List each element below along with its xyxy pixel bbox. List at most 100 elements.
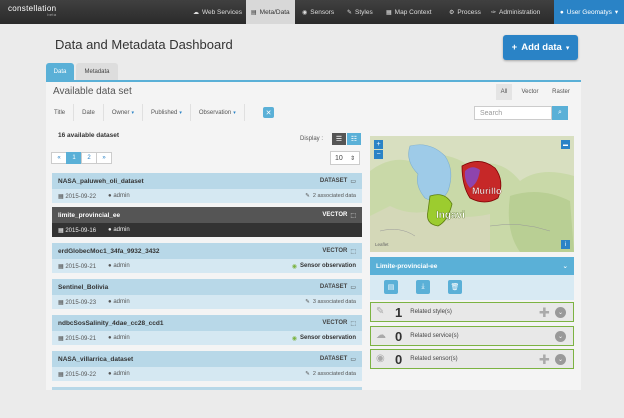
file-icon: ▤: [251, 9, 257, 16]
item-title: limite_provincial_ee: [58, 211, 121, 219]
view-metadata-button[interactable]: ▤: [384, 280, 398, 294]
related-styles[interactable]: ✎ 1 Related style(s) ✚ ⌄: [370, 302, 574, 322]
minimize-map-button[interactable]: ▬: [561, 140, 570, 149]
updown-icon: ⇕: [349, 155, 355, 162]
filter-observation[interactable]: Observation ▾: [191, 104, 245, 121]
app-logo[interactable]: constellation beta: [8, 4, 56, 17]
page-2[interactable]: 2: [81, 152, 97, 164]
nav-label: Sensors: [310, 8, 335, 16]
nav-web-services[interactable]: ☁ Web Services: [188, 0, 247, 24]
item-title: NASA_villarrica_dataset: [58, 355, 134, 363]
list-item[interactable]: Sentinel_Bolivia DATASET ▭ ▦ 2015-09-23 ● a…: [52, 279, 362, 309]
map-info-icon[interactable]: i: [561, 240, 570, 249]
page-title: Data and Metadata Dashboard: [55, 37, 233, 52]
filter-raster[interactable]: Raster: [547, 84, 575, 100]
zoom-in-button[interactable]: +: [374, 140, 383, 149]
filter-owner[interactable]: Owner ▾: [104, 104, 143, 121]
filter-published[interactable]: Published ▾: [143, 104, 191, 121]
associated-info: ✎ 2 associated data: [305, 193, 356, 199]
caret-down-icon: ▾: [179, 109, 182, 116]
sensor-observation-badge: ◉ Sensor observation: [291, 263, 356, 270]
top-navbar: constellation beta ☁ Web Services ▤ Meta/Da…: [0, 0, 624, 24]
search-button[interactable]: ⌕: [552, 106, 568, 120]
tab-data[interactable]: Data: [46, 63, 74, 81]
search-input[interactable]: Search: [474, 106, 552, 120]
list-item[interactable]: NASA_paluweh_oli_dataset DATASET ▭ ▦ 2015-…: [52, 173, 362, 203]
nav-administration[interactable]: ✑ Administration: [486, 0, 545, 24]
chevron-down-icon[interactable]: ⌄: [555, 331, 566, 342]
page-prev[interactable]: «: [51, 152, 67, 164]
delete-button[interactable]: 🗑: [448, 280, 462, 294]
chevron-down-icon[interactable]: ⌄: [555, 354, 566, 365]
detail-header[interactable]: Limite-provincial-ee ⌄: [370, 257, 574, 275]
list-item[interactable]: ndbcSosSalinity_4dae_cc28_ccd1 VECTOR ⬚ ▦ …: [52, 315, 362, 345]
gear-icon: ⚙: [449, 9, 455, 16]
sort-title[interactable]: Title: [46, 104, 75, 121]
user-name: User Geomatys: [566, 8, 612, 16]
add-data-button[interactable]: + Add data ▾: [503, 35, 578, 60]
tab-metadata[interactable]: Metadata: [76, 63, 118, 81]
list-icon: ☰: [335, 136, 343, 143]
item-type: DATASET: [319, 356, 348, 362]
map-credit: Leaflet: [375, 242, 389, 247]
map-label-murillo: Murillo: [472, 186, 502, 196]
vector-icon: ⬚: [350, 248, 356, 255]
related-sensors[interactable]: ◉ 0 Related sensor(s) ✚ ⌄: [370, 349, 574, 369]
zoom-out-button[interactable]: −: [374, 150, 383, 159]
add-icon[interactable]: ✚: [539, 352, 550, 368]
clear-filters-button[interactable]: ✕: [263, 107, 274, 118]
nav-meta-data[interactable]: ▤ Meta/Data: [246, 0, 295, 24]
nav-label: Web Services: [202, 8, 242, 16]
list-item[interactable]: NASA_villarrica_dataset DATASET ▭ ▦ 2015-0…: [52, 351, 362, 381]
detail-actions: ▤ ⤓ 🗑: [370, 275, 574, 300]
dataset-icon: ▭: [350, 356, 356, 363]
item-type: VECTOR: [322, 320, 348, 326]
grid-view-button[interactable]: ☷: [347, 133, 361, 145]
download-button[interactable]: ⤓: [416, 280, 430, 294]
list-view-button[interactable]: ☰: [332, 133, 346, 145]
associated-info: ✎ 3 associated data: [305, 299, 356, 305]
item-type: VECTOR: [322, 212, 348, 218]
chevron-down-icon[interactable]: ⌄: [555, 307, 566, 318]
list-item-partial: [52, 387, 362, 390]
close-icon: ✕: [265, 109, 272, 117]
related-services[interactable]: ☁ 0 Related service(s) ⌄: [370, 326, 574, 346]
per-page-value: 10: [335, 154, 343, 162]
list-item[interactable]: erdGlobecMoc1_34fa_9932_3432 VECTOR ⬚ ▦ 20…: [52, 243, 362, 273]
document-icon: ▤: [387, 284, 395, 291]
brush-icon: ✎: [376, 306, 385, 317]
grid-icon: ☷: [350, 136, 358, 143]
nav-map-context[interactable]: ▦ Map Context: [381, 0, 437, 24]
nav-label: Process: [457, 8, 481, 16]
item-title: ndbcSosSalinity_4dae_cc28_ccd1: [58, 319, 164, 327]
nav-label: Administration: [499, 8, 541, 16]
filter-vector[interactable]: Vector: [516, 84, 544, 100]
list-item-selected[interactable]: limite_provincial_ee VECTOR ⬚ ▦ 2015-09-16…: [52, 207, 362, 237]
filter-all[interactable]: All: [496, 84, 512, 100]
user-icon: ● admin: [108, 299, 130, 305]
map-canvas: Murillo Ingavi Leaflet: [370, 136, 574, 252]
nav-process[interactable]: ⚙ Process: [444, 0, 486, 24]
add-icon[interactable]: ✚: [539, 305, 550, 321]
per-page-select[interactable]: 10 ⇕: [330, 151, 360, 165]
sensor-observation-badge: ◉ Sensor observation: [291, 335, 356, 342]
user-icon: ● admin: [108, 227, 130, 233]
dataset-count: 16 available dataset: [58, 132, 120, 139]
user-icon: ●: [559, 8, 564, 16]
item-type: DATASET: [319, 178, 348, 184]
nav-styles[interactable]: ✎ Styles: [342, 0, 378, 24]
sort-date[interactable]: Date: [74, 104, 104, 121]
calendar-icon: ▦ 2015-09-23: [58, 299, 97, 306]
caret-down-icon: ▾: [614, 9, 619, 16]
dataset-icon: ▭: [350, 178, 356, 185]
page-1[interactable]: 1: [66, 152, 82, 164]
user-icon: ● admin: [108, 371, 130, 377]
page-next[interactable]: »: [96, 152, 112, 164]
pagination: « 1 2 »: [51, 152, 112, 164]
map-view[interactable]: Murillo Ingavi Leaflet + − ▬ i: [370, 136, 574, 252]
sensor-icon: ◉: [291, 263, 297, 270]
nav-label: Map Context: [394, 8, 432, 16]
user-menu[interactable]: ● User Geomatys ▾: [554, 0, 624, 24]
item-title: NASA_paluweh_oli_dataset: [58, 177, 144, 185]
nav-sensors[interactable]: ◉ Sensors: [297, 0, 339, 24]
